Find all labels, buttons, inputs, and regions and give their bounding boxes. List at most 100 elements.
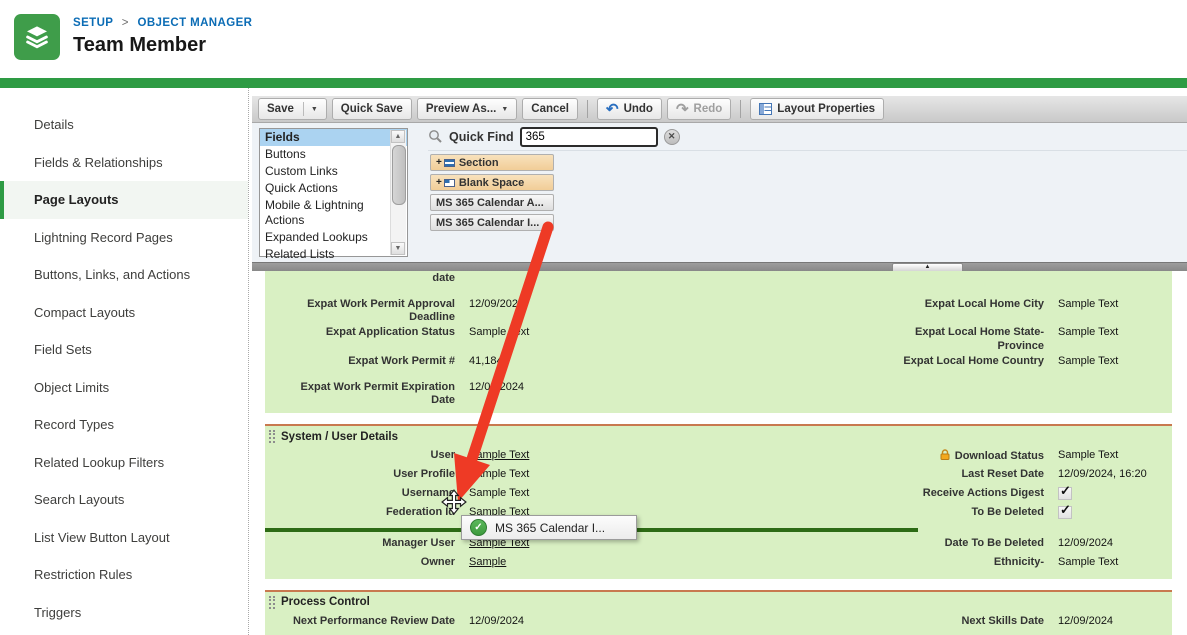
field-label-expat-work-permit[interactable]: Expat Work Permit # (265, 353, 455, 368)
field-label-date-to-be-deleted[interactable]: Date To Be Deleted (879, 535, 1044, 550)
sidebar-item-field-sets[interactable]: Field Sets (0, 331, 248, 369)
field-value: 12/09/2024 (1058, 613, 1168, 628)
button-divider (303, 102, 304, 116)
palette-item-ms-365-calendar-a[interactable]: MS 365 Calendar A... (430, 194, 554, 211)
palette-category-mobile-lightning-actions[interactable]: Mobile & Lightning Actions (260, 197, 407, 229)
search-icon (428, 129, 443, 144)
field-label-to-be-deleted[interactable]: To Be Deleted (879, 504, 1044, 519)
palette-category-related-lists[interactable]: Related Lists (260, 246, 407, 263)
sidebar-item-restriction-rules[interactable]: Restriction Rules (0, 556, 248, 594)
redo-label: Redo (694, 103, 723, 115)
preview-as-label: Preview As... (426, 103, 497, 115)
clear-search-icon[interactable]: ✕ (664, 129, 680, 145)
editor-toolbar: Save▼Quick SavePreview As...▼Cancel↶Undo… (252, 96, 1187, 123)
layout-properties-icon (759, 103, 772, 115)
sidebar-item-compact-layouts[interactable]: Compact Layouts (0, 294, 248, 332)
palette-category-fields[interactable]: Fields (260, 129, 407, 146)
palette-category-quick-actions[interactable]: Quick Actions (260, 180, 407, 197)
layout-section-system-user-details: System / User Details User Sample Text Down… (265, 424, 1172, 578)
layout-section-process-control: Process ControlNext Performance Review D… (265, 590, 1172, 635)
toolbar-separator (587, 100, 588, 118)
scroll-down-icon[interactable]: ▼ (391, 242, 405, 255)
layout-row: Expat Application Status Sample Text Expat… (265, 324, 1172, 352)
field-label-username[interactable]: Username (265, 485, 455, 500)
field-value: Sample Text (1058, 447, 1168, 462)
sidebar-item-list-view-button-layout[interactable]: List View Button Layout (0, 519, 248, 557)
field-label-next-skills-date[interactable]: Next Skills Date (879, 613, 1044, 628)
breadcrumb-object-manager-link[interactable]: OBJECT MANAGER (137, 17, 252, 29)
field-value: ✓ (1058, 485, 1168, 504)
cancel-button[interactable]: Cancel (522, 98, 578, 120)
layout-row: UsernameSample TextReceive Actions Diges… (265, 485, 1172, 504)
sidebar-item-record-types[interactable]: Record Types (0, 406, 248, 444)
drag-handle-icon[interactable] (269, 430, 275, 443)
layout-row: OwnerSampleEthnicity-Sample Text (265, 554, 1172, 573)
layout-row: Expat Work Permit # 41,184 Expat Local Hom… (265, 353, 1172, 379)
field-label-expat-local-home-state-province[interactable]: Expat Local Home State-Province (879, 324, 1044, 352)
sidebar-item-search-layouts[interactable]: Search Layouts (0, 481, 248, 519)
palette-category-buttons[interactable]: Buttons (260, 146, 407, 163)
field-label-expat-work-permit-approval-deadline[interactable]: Expat Work Permit Approval Deadline (265, 296, 455, 324)
field-label-federation-id[interactable]: Federation Id (265, 504, 455, 519)
field-label-download-status[interactable]: Download Status (879, 447, 1044, 463)
quick-find-input[interactable] (520, 127, 658, 147)
layout-canvas: dateExpat Work Permit Approval Deadline1… (252, 271, 1187, 635)
field-value: 41,184 (469, 353, 865, 368)
drag-handle-icon[interactable] (269, 596, 275, 609)
field-value: 12/09/2024 (469, 613, 865, 628)
palette-item-section[interactable]: + Section (430, 154, 554, 171)
sidebar-item-triggers[interactable]: Triggers (0, 594, 248, 632)
sidebar-item-object-limits[interactable]: Object Limits (0, 369, 248, 407)
sidebar-item-buttons-links-and-actions[interactable]: Buttons, Links, and Actions (0, 256, 248, 294)
field-label-last-reset-date[interactable]: Last Reset Date (879, 466, 1044, 481)
layout-row: Expat Work Permit Approval Deadline12/09… (265, 296, 1172, 324)
field-label-ethnicity[interactable]: Ethnicity- (879, 554, 1044, 569)
section-title: System / User Details (281, 431, 398, 443)
scroll-up-icon[interactable]: ▲ (391, 130, 405, 143)
field-value: Sample Text (469, 466, 865, 481)
breadcrumb: SETUP > OBJECT MANAGER (73, 17, 252, 29)
section-header[interactable]: System / User Details (265, 427, 1172, 447)
palette-item-blank-space[interactable]: +Blank Space (430, 174, 554, 191)
field-value: Sample Text (469, 324, 865, 339)
field-value: Sample Text (469, 447, 865, 462)
palette-item-label: Section (459, 157, 499, 169)
plus-icon: + (436, 157, 442, 168)
blank-space-icon (444, 179, 455, 187)
field-label-expat-work-permit-expiration-date[interactable]: Expat Work Permit Expiration Date (265, 379, 455, 407)
page-title: Team Member (73, 34, 206, 57)
breadcrumb-setup-link[interactable]: SETUP (73, 17, 113, 29)
sidebar-item-fields-relationships[interactable]: Fields & Relationships (0, 144, 248, 182)
field-label-user-profile[interactable]: User Profile (265, 466, 455, 481)
object-layers-icon (14, 14, 60, 60)
undo-label: Undo (624, 103, 653, 115)
field-label-expat-local-home-city[interactable]: Expat Local Home City (879, 296, 1044, 311)
layout-properties-button[interactable]: Layout Properties (750, 98, 884, 120)
field-label-owner[interactable]: Owner (265, 554, 455, 569)
sidebar-item-page-layouts[interactable]: Page Layouts (0, 181, 248, 219)
field-label-expat-application-status[interactable]: Expat Application Status (265, 324, 455, 339)
sidebar-item-lightning-record-pages[interactable]: Lightning Record Pages (0, 219, 248, 257)
field-value: 12/09/2024 (1058, 535, 1168, 550)
field-value: Sample Text (1058, 324, 1168, 339)
field-label-expat-local-home-country[interactable]: Expat Local Home Country (879, 353, 1044, 368)
drag-ghost-label: MS 365 Calendar I... (495, 521, 605, 535)
save-button[interactable]: Save▼ (258, 98, 327, 120)
chevron-down-icon[interactable]: ▼ (311, 106, 318, 113)
preview-as-button[interactable]: Preview As...▼ (417, 98, 517, 120)
undo-button[interactable]: ↶Undo (597, 98, 662, 120)
palette-item-ms-365-calendar-i[interactable]: MS 365 Calendar I... (430, 214, 554, 231)
palette-category-expanded-lookups[interactable]: Expanded Lookups (260, 229, 407, 246)
section-header[interactable]: Process Control (265, 593, 1172, 613)
setup-header: SETUP > OBJECT MANAGER Team Member (0, 0, 1187, 78)
field-label-receive-actions-digest[interactable]: Receive Actions Digest (879, 485, 1044, 500)
field-label-manager-user[interactable]: Manager User (265, 535, 455, 550)
field-label-user[interactable]: User (265, 447, 455, 462)
quick-save-button[interactable]: Quick Save (332, 98, 412, 120)
field-label-next-performance-review-date[interactable]: Next Performance Review Date (265, 613, 455, 628)
palette-category-custom-links[interactable]: Custom Links (260, 163, 407, 180)
sidebar-item-details[interactable]: Details (0, 106, 248, 144)
scrollbar-thumb[interactable] (392, 145, 406, 205)
sidebar-item-related-lookup-filters[interactable]: Related Lookup Filters (0, 444, 248, 482)
brand-divider (0, 78, 1187, 88)
